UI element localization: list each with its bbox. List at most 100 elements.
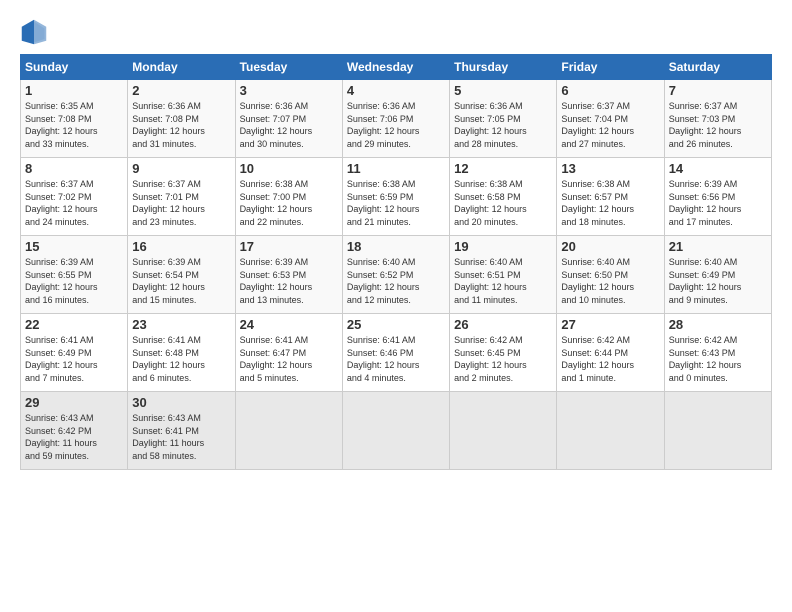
day-info: Sunrise: 6:38 AMSunset: 6:57 PMDaylight:… (561, 178, 659, 228)
header (20, 18, 772, 46)
calendar-cell (235, 392, 342, 470)
day-number: 30 (132, 395, 230, 410)
day-info: Sunrise: 6:39 AMSunset: 6:56 PMDaylight:… (669, 178, 767, 228)
calendar-cell: 4Sunrise: 6:36 AMSunset: 7:06 PMDaylight… (342, 80, 449, 158)
week-row-4: 22Sunrise: 6:41 AMSunset: 6:49 PMDayligh… (21, 314, 772, 392)
day-info: Sunrise: 6:38 AMSunset: 6:59 PMDaylight:… (347, 178, 445, 228)
calendar-header: SundayMondayTuesdayWednesdayThursdayFrid… (21, 55, 772, 80)
calendar-cell: 24Sunrise: 6:41 AMSunset: 6:47 PMDayligh… (235, 314, 342, 392)
header-day-thursday: Thursday (450, 55, 557, 80)
day-number: 20 (561, 239, 659, 254)
calendar-cell: 25 Sunrise: 6:41 AMSunset: 6:46 PMDayligh… (342, 314, 449, 392)
day-info: Sunrise: 6:38 AMSunset: 7:00 PMDaylight:… (240, 178, 338, 228)
day-number: 11 (347, 161, 445, 176)
calendar-page: SundayMondayTuesdayWednesdayThursdayFrid… (0, 0, 792, 612)
calendar-cell (342, 392, 449, 470)
day-number: 19 (454, 239, 552, 254)
calendar-cell (450, 392, 557, 470)
day-info: Sunrise: 6:41 AMSunset: 6:49 PMDaylight:… (25, 334, 123, 384)
calendar-cell: 7 Sunrise: 6:37 AMSunset: 7:03 PMDaylight… (664, 80, 771, 158)
calendar-cell (557, 392, 664, 470)
day-info: Sunrise: 6:36 AMSunset: 7:05 PMDaylight:… (454, 100, 552, 150)
calendar-cell: 28 Sunrise: 6:42 AMSunset: 6:43 PMDayligh… (664, 314, 771, 392)
day-info: Sunrise: 6:42 AMSunset: 6:44 PMDaylight:… (561, 334, 659, 384)
week-row-3: 15 Sunrise: 6:39 AMSunset: 6:55 PMDayligh… (21, 236, 772, 314)
day-number: 10 (240, 161, 338, 176)
day-number: 16 (132, 239, 230, 254)
calendar-cell: 5 Sunrise: 6:36 AMSunset: 7:05 PMDaylight… (450, 80, 557, 158)
day-number: 5 (454, 83, 552, 98)
day-info: Sunrise: 6:40 AMSunset: 6:52 PMDaylight:… (347, 256, 445, 306)
day-info: Sunrise: 6:37 AMSunset: 7:04 PMDaylight:… (561, 100, 659, 150)
day-info: Sunrise: 6:41 AMSunset: 6:48 PMDaylight:… (132, 334, 230, 384)
logo (20, 18, 52, 46)
day-info: Sunrise: 6:39 AMSunset: 6:53 PMDaylight:… (240, 256, 338, 306)
day-number: 26 (454, 317, 552, 332)
header-day-wednesday: Wednesday (342, 55, 449, 80)
day-info: Sunrise: 6:37 AMSunset: 7:03 PMDaylight:… (669, 100, 767, 150)
day-info: Sunrise: 6:42 AMSunset: 6:43 PMDaylight:… (669, 334, 767, 384)
day-number: 23 (132, 317, 230, 332)
calendar-cell: 14 Sunrise: 6:39 AMSunset: 6:56 PMDayligh… (664, 158, 771, 236)
day-number: 12 (454, 161, 552, 176)
day-number: 9 (132, 161, 230, 176)
header-day-monday: Monday (128, 55, 235, 80)
day-number: 21 (669, 239, 767, 254)
day-info: Sunrise: 6:42 AMSunset: 6:45 PMDaylight:… (454, 334, 552, 384)
day-number: 7 (669, 83, 767, 98)
day-number: 25 (347, 317, 445, 332)
day-number: 28 (669, 317, 767, 332)
calendar-cell: 22Sunrise: 6:41 AMSunset: 6:49 PMDayligh… (21, 314, 128, 392)
calendar-cell: 8 Sunrise: 6:37 AMSunset: 7:02 PMDaylight… (21, 158, 128, 236)
calendar-cell: 19 Sunrise: 6:40 AMSunset: 6:51 PMDayligh… (450, 236, 557, 314)
day-info: Sunrise: 6:39 AMSunset: 6:54 PMDaylight:… (132, 256, 230, 306)
day-info: Sunrise: 6:40 AMSunset: 6:50 PMDaylight:… (561, 256, 659, 306)
day-info: Sunrise: 6:37 AMSunset: 7:01 PMDaylight:… (132, 178, 230, 228)
day-number: 6 (561, 83, 659, 98)
day-info: Sunrise: 6:35 AMSunset: 7:08 PMDaylight:… (25, 100, 123, 150)
calendar-cell: 11 Sunrise: 6:38 AMSunset: 6:59 PMDayligh… (342, 158, 449, 236)
calendar-body: 1 Sunrise: 6:35 AMSunset: 7:08 PMDaylight… (21, 80, 772, 470)
day-number: 17 (240, 239, 338, 254)
day-info: Sunrise: 6:39 AMSunset: 6:55 PMDaylight:… (25, 256, 123, 306)
calendar-cell: 27Sunrise: 6:42 AMSunset: 6:44 PMDayligh… (557, 314, 664, 392)
calendar-cell: 21 Sunrise: 6:40 AMSunset: 6:49 PMDayligh… (664, 236, 771, 314)
week-row-2: 8 Sunrise: 6:37 AMSunset: 7:02 PMDaylight… (21, 158, 772, 236)
day-info: Sunrise: 6:40 AMSunset: 6:51 PMDaylight:… (454, 256, 552, 306)
day-number: 14 (669, 161, 767, 176)
calendar-cell (664, 392, 771, 470)
day-number: 3 (240, 83, 338, 98)
header-day-sunday: Sunday (21, 55, 128, 80)
day-info: Sunrise: 6:36 AMSunset: 7:07 PMDaylight:… (240, 100, 338, 150)
calendar-cell: 1 Sunrise: 6:35 AMSunset: 7:08 PMDaylight… (21, 80, 128, 158)
day-number: 15 (25, 239, 123, 254)
day-info: Sunrise: 6:37 AMSunset: 7:02 PMDaylight:… (25, 178, 123, 228)
day-info: Sunrise: 6:43 AMSunset: 6:41 PMDaylight:… (132, 412, 230, 462)
day-number: 1 (25, 83, 123, 98)
calendar-cell: 12 Sunrise: 6:38 AMSunset: 6:58 PMDayligh… (450, 158, 557, 236)
calendar-cell: 18Sunrise: 6:40 AMSunset: 6:52 PMDayligh… (342, 236, 449, 314)
header-row: SundayMondayTuesdayWednesdayThursdayFrid… (21, 55, 772, 80)
calendar-cell: 30 Sunrise: 6:43 AMSunset: 6:41 PMDayligh… (128, 392, 235, 470)
calendar-cell: 29Sunrise: 6:43 AMSunset: 6:42 PMDayligh… (21, 392, 128, 470)
calendar-cell: 15 Sunrise: 6:39 AMSunset: 6:55 PMDayligh… (21, 236, 128, 314)
day-number: 8 (25, 161, 123, 176)
day-info: Sunrise: 6:40 AMSunset: 6:49 PMDaylight:… (669, 256, 767, 306)
calendar-cell: 26 Sunrise: 6:42 AMSunset: 6:45 PMDayligh… (450, 314, 557, 392)
calendar-cell: 20 Sunrise: 6:40 AMSunset: 6:50 PMDayligh… (557, 236, 664, 314)
day-number: 24 (240, 317, 338, 332)
calendar-cell: 6 Sunrise: 6:37 AMSunset: 7:04 PMDaylight… (557, 80, 664, 158)
day-info: Sunrise: 6:36 AMSunset: 7:06 PMDaylight:… (347, 100, 445, 150)
calendar-cell: 23 Sunrise: 6:41 AMSunset: 6:48 PMDayligh… (128, 314, 235, 392)
day-info: Sunrise: 6:38 AMSunset: 6:58 PMDaylight:… (454, 178, 552, 228)
week-row-5: 29Sunrise: 6:43 AMSunset: 6:42 PMDayligh… (21, 392, 772, 470)
day-number: 2 (132, 83, 230, 98)
logo-icon (20, 18, 48, 46)
header-day-tuesday: Tuesday (235, 55, 342, 80)
day-number: 13 (561, 161, 659, 176)
calendar-cell: 13 Sunrise: 6:38 AMSunset: 6:57 PMDayligh… (557, 158, 664, 236)
header-day-friday: Friday (557, 55, 664, 80)
header-day-saturday: Saturday (664, 55, 771, 80)
day-info: Sunrise: 6:41 AMSunset: 6:46 PMDaylight:… (347, 334, 445, 384)
calendar-cell: 2Sunrise: 6:36 AMSunset: 7:08 PMDaylight… (128, 80, 235, 158)
